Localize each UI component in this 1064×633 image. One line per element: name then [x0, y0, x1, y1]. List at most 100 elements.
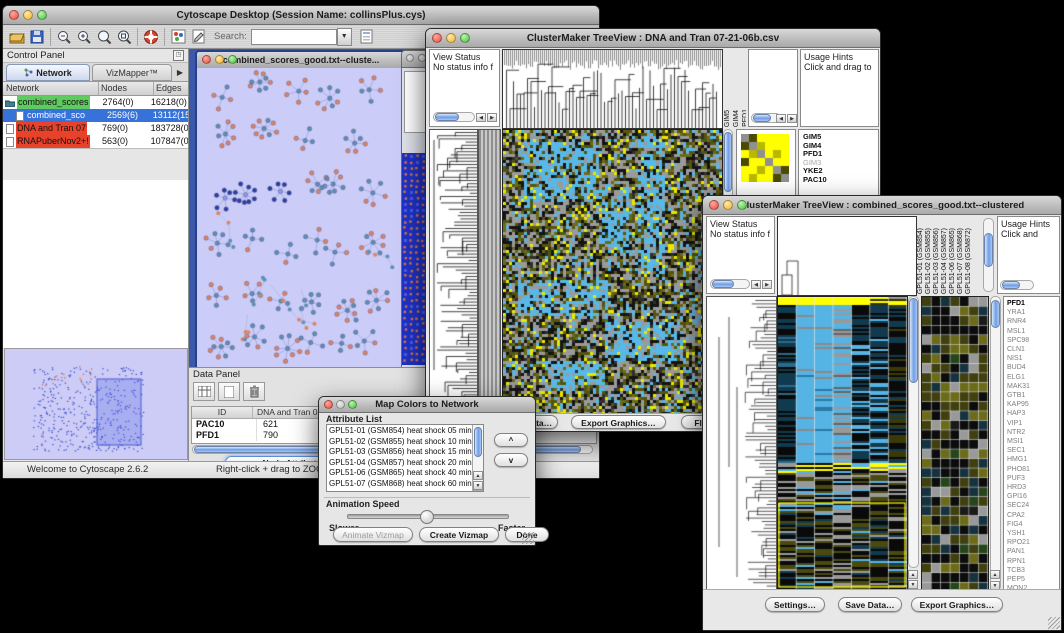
- network-table-row[interactable]: combined_scores2764(0)16218(0): [3, 96, 188, 109]
- gene-label[interactable]: HMG1: [1007, 455, 1059, 464]
- gene-label[interactable]: HAP3: [1007, 409, 1059, 418]
- minimize-button[interactable]: [23, 10, 33, 20]
- gene-label[interactable]: CPA2: [1007, 511, 1059, 520]
- gene-label[interactable]: BUD4: [1007, 363, 1059, 372]
- attribute-icon[interactable]: [357, 27, 377, 46]
- close-button[interactable]: [406, 54, 414, 62]
- main-titlebar[interactable]: Cytoscape Desktop (Session Name: collins…: [3, 6, 599, 25]
- search-input[interactable]: [251, 29, 337, 45]
- dna-column-dendrogram[interactable]: [502, 49, 723, 129]
- combined-column-dendrogram[interactable]: [777, 216, 917, 296]
- dna-zoom-matrix[interactable]: [741, 134, 789, 182]
- treeview-combined-titlebar[interactable]: ClusterMaker TreeView : combined_scores_…: [703, 196, 1061, 215]
- scroll-left-icon[interactable]: ◀: [776, 114, 786, 123]
- network-table-row[interactable]: RNAPuberNov2+!563(0)107847(0): [3, 135, 188, 148]
- scroll-up-icon[interactable]: ▲: [908, 570, 918, 579]
- gene-label[interactable]: RPN1: [1007, 557, 1059, 566]
- gene-label[interactable]: ELG1: [1007, 373, 1059, 382]
- minimize-button[interactable]: [446, 33, 456, 43]
- gene-label[interactable]: HRD3: [1007, 483, 1059, 492]
- export-graphics-button[interactable]: Export Graphics…: [911, 597, 1003, 612]
- tab-network[interactable]: Network: [6, 64, 90, 81]
- slider-thumb[interactable]: [420, 510, 434, 524]
- gene-label[interactable]: YSH1: [1007, 529, 1059, 538]
- vizmapper-icon[interactable]: [168, 27, 188, 46]
- zoom-button[interactable]: [37, 10, 47, 20]
- settings-button[interactable]: Settings…: [765, 597, 825, 612]
- gene-label[interactable]: VIP1: [1007, 419, 1059, 428]
- network-table-row[interactable]: DNA and Tran 07769(0)183728(0): [3, 122, 188, 135]
- combined-heatmap[interactable]: [777, 296, 908, 593]
- zoom-fit-icon[interactable]: [94, 27, 114, 46]
- zoom-out-icon[interactable]: [54, 27, 74, 46]
- network-canvas[interactable]: [197, 68, 401, 366]
- save-icon[interactable]: [27, 27, 47, 46]
- zoom-in-icon[interactable]: [74, 27, 94, 46]
- resize-grip[interactable]: [1048, 617, 1060, 629]
- gene-label[interactable]: RNR4: [1007, 317, 1059, 326]
- col-header-network[interactable]: Network: [3, 82, 99, 95]
- col-header-nodes[interactable]: Nodes: [99, 82, 154, 95]
- gene-label[interactable]: SEC24: [1007, 501, 1059, 510]
- zoom-button[interactable]: [348, 400, 357, 409]
- scroll-down-icon[interactable]: ▼: [473, 481, 483, 490]
- view-status-hscrollbar[interactable]: [433, 112, 475, 122]
- combined-row-dendrogram[interactable]: [706, 296, 777, 593]
- gene-label[interactable]: MSL1: [1007, 327, 1059, 336]
- move-down-button[interactable]: v: [494, 453, 528, 467]
- data-col-id[interactable]: ID: [192, 407, 253, 418]
- gene-label[interactable]: PAN1: [1007, 547, 1059, 556]
- gene-label[interactable]: TCB3: [1007, 566, 1059, 575]
- scroll-right-icon[interactable]: ▶: [787, 114, 797, 123]
- gene-label[interactable]: PFD1: [1007, 299, 1059, 308]
- minimize-button[interactable]: [215, 55, 224, 64]
- resize-grip[interactable]: [522, 532, 534, 544]
- gene-label[interactable]: PEP5: [1007, 575, 1059, 584]
- attribute-item[interactable]: GPL51-03 (GSM856) heat shock 15 min: [329, 447, 481, 458]
- view-status-hscrollbar[interactable]: [710, 279, 750, 289]
- float-panel-icon[interactable]: ◳: [173, 50, 184, 61]
- select-attributes-icon[interactable]: [193, 382, 215, 401]
- close-button[interactable]: [324, 400, 333, 409]
- move-up-button[interactable]: ^: [494, 433, 528, 447]
- col-header-edges[interactable]: Edges: [154, 82, 188, 95]
- close-button[interactable]: [9, 10, 19, 20]
- gene-label[interactable]: PAC10: [803, 176, 878, 185]
- gene-label[interactable]: YRA1: [1007, 308, 1059, 317]
- gene-label[interactable]: NTR2: [1007, 428, 1059, 437]
- annotation-icon[interactable]: [188, 27, 208, 46]
- combined-gene-vscrollbar[interactable]: ▲ ▼: [990, 296, 1001, 591]
- open-icon[interactable]: [7, 27, 27, 46]
- search-dropdown-icon[interactable]: ▼: [337, 28, 352, 46]
- attribute-list[interactable]: GPL51-01 (GSM854) heat shock 05 minGPL51…: [326, 424, 484, 492]
- minimize-button[interactable]: [336, 400, 345, 409]
- network-table-row[interactable]: combined_sco2569(6)13112(15): [3, 109, 188, 122]
- animation-speed-slider[interactable]: [347, 514, 509, 519]
- scroll-down-icon[interactable]: ▼: [908, 580, 918, 589]
- zoom-selected-icon[interactable]: [114, 27, 134, 46]
- gene-label[interactable]: SPC98: [1007, 336, 1059, 345]
- gene-label[interactable]: MSI1: [1007, 437, 1059, 446]
- network-view-titlebar[interactable]: combined_scores_good.txt--cluste...: [197, 52, 405, 69]
- attribute-item[interactable]: GPL51-02 (GSM855) heat shock 10 min: [329, 437, 481, 448]
- combined-top-vscrollbar[interactable]: [983, 218, 994, 292]
- tab-overflow-arrow[interactable]: ▶: [172, 63, 188, 81]
- export-graphics-button[interactable]: Export Graphics…: [571, 415, 666, 429]
- dna-row-dendrogram[interactable]: [429, 129, 478, 417]
- scroll-up-icon[interactable]: ▲: [473, 471, 483, 480]
- gene-label[interactable]: RPO21: [1007, 538, 1059, 547]
- scroll-left-icon[interactable]: ◀: [751, 280, 761, 289]
- birdseye-view[interactable]: [4, 348, 188, 460]
- zoom-button[interactable]: [228, 55, 237, 64]
- minimize-button[interactable]: [723, 200, 733, 210]
- scroll-right-icon[interactable]: ▶: [762, 280, 772, 289]
- gene-label[interactable]: SEC1: [1007, 446, 1059, 455]
- combined-vscrollbar[interactable]: [908, 296, 919, 568]
- attribute-item[interactable]: GPL51-06 (GSM865) heat shock 40 min: [329, 468, 481, 479]
- gene-label[interactable]: FIG4: [1007, 520, 1059, 529]
- delete-attribute-icon[interactable]: [243, 382, 265, 401]
- usage-hints-hscrollbar[interactable]: [1000, 280, 1034, 290]
- combined-gene-list[interactable]: PFD1YRA1RNR4MSL1SPC98CLN1NIS1BUD4ELG1MAK…: [1003, 296, 1060, 591]
- close-button[interactable]: [709, 200, 719, 210]
- zoom-button[interactable]: [737, 200, 747, 210]
